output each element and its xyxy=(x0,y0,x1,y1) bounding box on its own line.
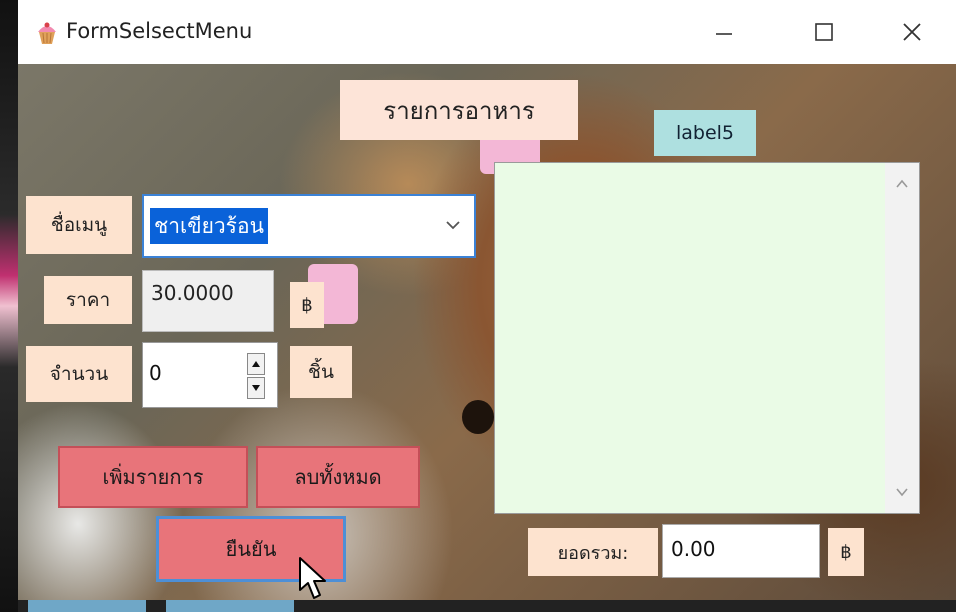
menu-list-heading: รายการอาหาร xyxy=(340,80,578,140)
baht-label: ฿ xyxy=(828,528,864,576)
price-label: ราคา xyxy=(44,276,132,324)
maximize-button[interactable] xyxy=(796,10,852,54)
quantity-label: จำนวน xyxy=(26,346,132,402)
close-button[interactable] xyxy=(884,10,940,54)
taskbar-item[interactable] xyxy=(28,600,146,612)
maximize-icon xyxy=(815,23,833,41)
menu-selected-text: ชาเขียวร้อน xyxy=(150,208,268,244)
order-listbox[interactable] xyxy=(494,162,920,514)
quantity-stepper[interactable]: 0 xyxy=(142,342,278,408)
taskbar-item[interactable] xyxy=(166,600,294,612)
menu-name-label: ชื่อเมนู xyxy=(26,196,132,254)
baht-label: ฿ xyxy=(290,282,324,328)
desktop-left-edge xyxy=(0,0,18,612)
triangle-down-icon xyxy=(252,385,260,391)
teddy-nose xyxy=(462,400,494,434)
listbox-scrollbar[interactable] xyxy=(885,163,919,513)
minimize-button[interactable] xyxy=(696,10,752,54)
menu-combobox[interactable]: ชาเขียวร้อน xyxy=(142,194,476,258)
spin-down-button[interactable] xyxy=(247,377,265,399)
app-cupcake-icon xyxy=(34,20,60,46)
close-icon xyxy=(903,23,921,41)
triangle-up-icon xyxy=(252,361,260,367)
label5: label5 xyxy=(654,110,756,156)
scroll-up-icon[interactable] xyxy=(891,173,913,195)
chevron-down-icon[interactable] xyxy=(442,214,464,236)
price-field[interactable]: 30.0000 xyxy=(142,270,274,332)
total-field[interactable]: 0.00 xyxy=(662,524,820,578)
spin-up-button[interactable] xyxy=(247,353,265,375)
minimize-icon xyxy=(716,33,732,35)
mouse-pointer-icon xyxy=(296,556,330,602)
total-label: ยอดรวม: xyxy=(528,528,658,576)
clear-all-button[interactable]: ลบทั้งหมด xyxy=(256,446,420,508)
window-title: FormSelsectMenu xyxy=(66,19,253,43)
scroll-down-icon[interactable] xyxy=(891,481,913,503)
add-item-button[interactable]: เพิ่มรายการ xyxy=(58,446,248,508)
quantity-value: 0 xyxy=(149,361,162,385)
unit-label: ชิ้น xyxy=(290,346,352,398)
taskbar-edge xyxy=(18,600,956,612)
